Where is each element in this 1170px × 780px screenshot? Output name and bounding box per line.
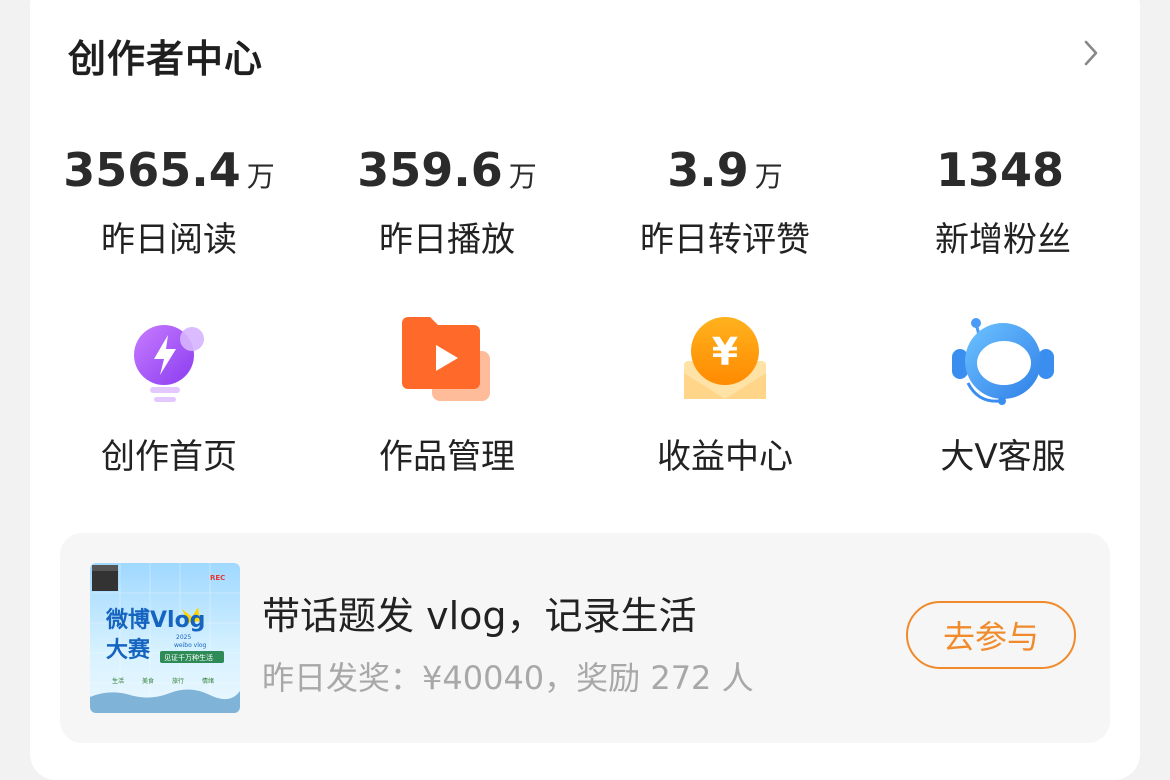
- stat-yesterday-engagement[interactable]: 3.9 万 昨日转评赞: [586, 140, 864, 261]
- banner-subtitle: 昨日发奖：¥40040，奖励 272 人: [262, 659, 754, 697]
- svg-text:大赛: 大赛: [106, 637, 151, 663]
- svg-text:生活: 生活: [112, 677, 124, 685]
- svg-text:REC: REC: [210, 574, 225, 582]
- tool-revenue-center[interactable]: ¥ 收益中心: [586, 315, 864, 478]
- stat-label: 新增粉丝: [935, 220, 1071, 260]
- svg-text:情绪: 情绪: [202, 677, 214, 685]
- page-title: 创作者中心: [68, 37, 264, 81]
- tools-row: 创作首页 作品管理 ¥ 收益中心 大V客服: [30, 315, 1140, 485]
- stat-value: 1348: [935, 143, 1065, 197]
- stats-row: 3565.4 万 昨日阅读 359.6 万 昨日播放 3.9 万 昨日转评赞 1348…: [30, 140, 1140, 280]
- stat-value: 3.9: [667, 143, 749, 197]
- tool-creation-home[interactable]: 创作首页: [30, 315, 308, 478]
- coin-envelope-icon: ¥: [684, 317, 766, 399]
- tool-label: 收益中心: [657, 437, 793, 477]
- join-button[interactable]: 去参与: [906, 601, 1076, 669]
- stat-value: 3565.4: [63, 143, 241, 197]
- stat-label: 昨日阅读: [101, 220, 237, 260]
- svg-text:2025: 2025: [176, 634, 191, 641]
- stat-value: 359.6: [357, 143, 503, 197]
- vlog-contest-banner[interactable]: REC 微博Vlog 大赛 2025 weibo vlog 见证千万种生活 生活…: [60, 533, 1110, 743]
- stat-label: 昨日播放: [379, 220, 515, 260]
- tool-works-management[interactable]: 作品管理: [308, 315, 586, 478]
- stat-yesterday-plays[interactable]: 359.6 万 昨日播放: [308, 140, 586, 261]
- headset-astronaut-icon: [952, 318, 1054, 405]
- stat-label: 昨日转评赞: [640, 220, 810, 260]
- stat-yesterday-reads[interactable]: 3565.4 万 昨日阅读: [30, 140, 308, 261]
- stat-new-followers[interactable]: 1348 新增粉丝: [864, 140, 1142, 261]
- creator-center-card: 创作者中心 3565.4 万 昨日阅读 359.6 万 昨日播放 3.9 万 昨日转评…: [30, 0, 1140, 780]
- vlog-contest-thumbnail: REC 微博Vlog 大赛 2025 weibo vlog 见证千万种生活 生活…: [90, 563, 240, 713]
- stat-unit: 万: [754, 160, 783, 193]
- svg-text:¥: ¥: [712, 330, 738, 374]
- svg-text:微博Vlog: 微博Vlog: [105, 607, 205, 633]
- svg-text:美食: 美食: [142, 677, 154, 685]
- chevron-right-icon[interactable]: [1076, 38, 1106, 68]
- tool-label: 创作首页: [101, 437, 237, 477]
- stat-unit: 万: [508, 160, 537, 193]
- video-folder-icon: [402, 317, 490, 401]
- tool-label: 作品管理: [379, 437, 515, 477]
- tool-label: 大V客服: [940, 437, 1066, 477]
- tool-vip-support[interactable]: 大V客服: [864, 315, 1142, 478]
- stat-unit: 万: [246, 160, 275, 193]
- lightbulb-bolt-icon: [134, 325, 204, 402]
- clapperboard-icon: [92, 565, 118, 591]
- svg-text:旅行: 旅行: [172, 677, 184, 685]
- creator-center-header[interactable]: 创作者中心: [30, 0, 1140, 130]
- svg-text:weibo vlog: weibo vlog: [174, 642, 207, 649]
- svg-text:见证千万种生活: 见证千万种生活: [164, 653, 213, 662]
- banner-title: 带话题发 vlog，记录生活: [262, 594, 697, 638]
